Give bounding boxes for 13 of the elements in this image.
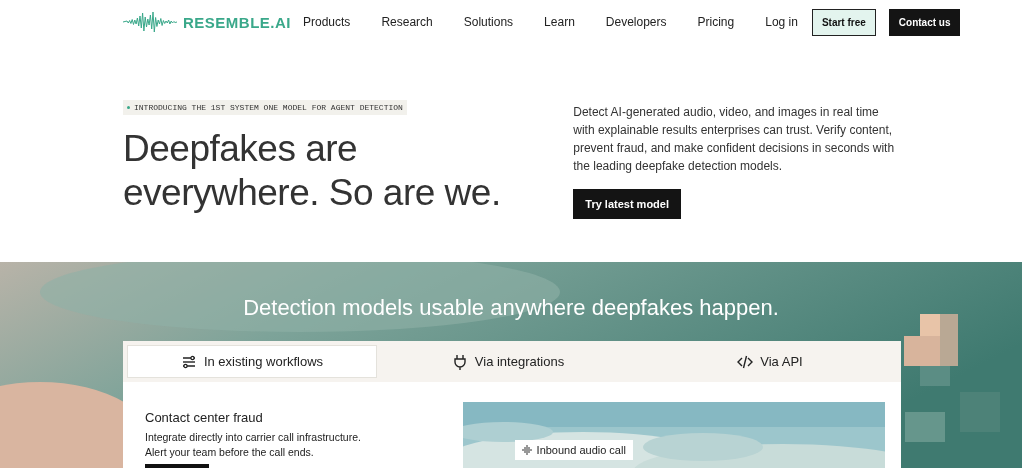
nav-link[interactable]: Products — [303, 15, 351, 29]
start-free-button[interactable]: Start free — [811, 8, 876, 36]
hero-title: Deepfakes are everywhere. So are we. — [123, 127, 502, 215]
nav-link[interactable]: Developers — [605, 15, 667, 29]
try-model-button[interactable]: Try latest model — [573, 189, 682, 219]
nav-link[interactable]: Learn — [544, 15, 575, 29]
hero-description: Detect AI-generated audio, video, and images in real time with explainable results enterprises can trust. Verify content, prevent fraud, and make confident decisions in seconds with the leading deepfake detection models. — [573, 104, 896, 175]
announcement-badge: INTRODUCING THE 1ST SYSTEM ONE MODEL FOR AGENT DETECTION — [123, 100, 407, 115]
nav-link[interactable]: Research — [381, 15, 433, 29]
contact-button[interactable]: Contact us — [888, 8, 961, 36]
nav-link[interactable]: Pricing — [697, 15, 735, 29]
nav-link[interactable]: Solutions — [463, 15, 514, 29]
login-link[interactable]: Log in — [765, 15, 798, 29]
